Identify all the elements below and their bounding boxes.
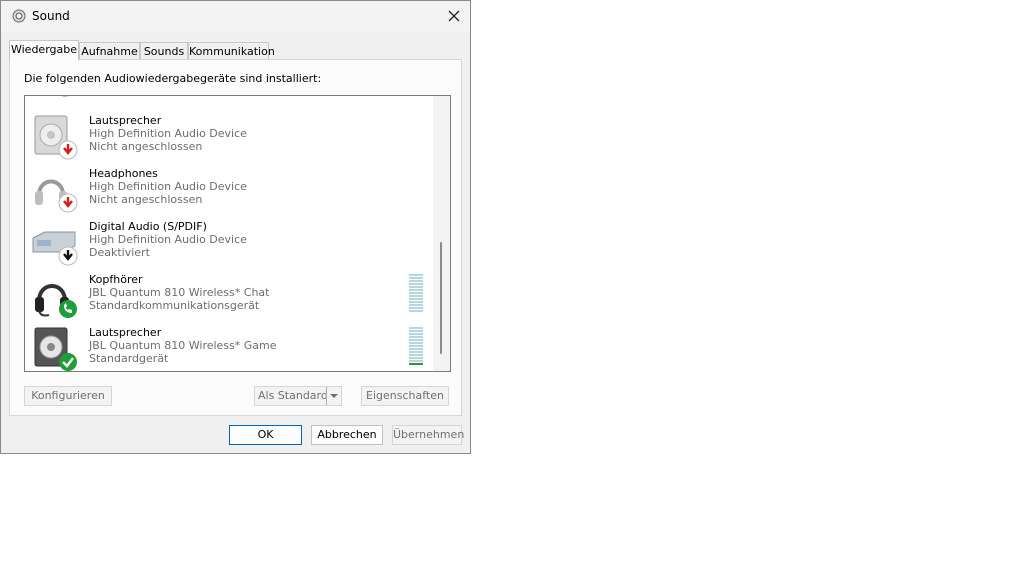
device-driver: High Definition Audio Device <box>89 180 247 193</box>
device-status: Deaktiviert <box>89 246 150 259</box>
meter-segment <box>409 345 423 347</box>
device-name: Digital Audio (S/PDIF) <box>89 220 207 233</box>
speaker-icon <box>34 327 77 371</box>
configure-button[interactable]: Konfigurieren <box>24 386 112 406</box>
meter-segment <box>409 283 423 285</box>
device-driver: JBL Quantum 810 Wireless* Chat <box>89 286 270 299</box>
title-bar[interactable]: Sound <box>1 1 470 32</box>
chevron-down-icon[interactable] <box>326 387 341 405</box>
volume-meter <box>409 274 423 313</box>
meter-segment <box>409 348 423 350</box>
meter-segment <box>409 286 423 288</box>
vertical-scrollbar[interactable] <box>433 96 450 371</box>
properties-button[interactable]: Eigenschaften <box>361 386 449 406</box>
meter-segment <box>409 280 423 282</box>
volume-meter <box>409 327 423 366</box>
meter-segment <box>409 304 423 306</box>
speaker-icon <box>34 115 78 160</box>
apply-button[interactable]: Übernehmen <box>392 425 464 445</box>
meter-segment <box>409 351 423 353</box>
meter-segment <box>409 360 423 362</box>
device-driver: JBL Quantum 810 Wireless* Game <box>89 339 277 352</box>
ok-button[interactable]: OK <box>229 425 302 445</box>
headphones-icon <box>35 179 78 213</box>
spdif-device-icon <box>32 231 78 266</box>
device-status: Standardgerät <box>89 352 169 365</box>
headset-icon <box>35 284 77 318</box>
speaker-gear-icon <box>12 9 26 23</box>
tab-wiedergabe[interactable]: Wiedergabe <box>9 40 79 61</box>
device-row[interactable]: Headphones High Definition Audio Device … <box>25 161 433 214</box>
scrollbar-thumb[interactable] <box>440 242 442 354</box>
meter-segment <box>409 292 423 294</box>
meter-segment <box>409 363 423 365</box>
meter-segment <box>409 289 423 291</box>
tab-aufnahme[interactable]: Aufnahme <box>79 42 140 60</box>
device-name: Headphones <box>89 167 158 180</box>
close-icon[interactable] <box>444 6 464 26</box>
meter-segment <box>409 310 423 312</box>
device-driver: High Definition Audio Device <box>89 233 247 246</box>
device-row[interactable]: Lautsprecher JBL Quantum 810 Wireless* G… <box>25 320 433 371</box>
meter-segment <box>409 354 423 356</box>
meter-segment <box>409 333 423 335</box>
intro-text: Die folgenden Audiowiedergabegeräte sind… <box>24 72 322 85</box>
meter-segment <box>409 298 423 300</box>
device-name: Lautsprecher <box>89 326 162 339</box>
device-row[interactable]: Lautsprecher High Definition Audio Devic… <box>25 108 433 161</box>
sound-dialog: Sound Wiedergabe Aufnahme Sounds Kommuni… <box>0 0 471 454</box>
device-status: Standardkommunikationsgerät <box>89 299 260 312</box>
meter-segment <box>409 295 423 297</box>
device-name: Kopfhörer <box>89 273 143 286</box>
tab-sounds[interactable]: Sounds <box>140 42 188 60</box>
device-status: Nicht angeschlossen <box>89 193 203 206</box>
device-status: Nicht angeschlossen <box>89 140 203 153</box>
meter-segment <box>409 357 423 359</box>
device-list[interactable]: Lautsprecher High Definition Audio Devic… <box>24 95 451 372</box>
meter-segment <box>409 301 423 303</box>
device-driver: High Definition Audio Device <box>89 127 247 140</box>
tab-kommunikation[interactable]: Kommunikation <box>188 42 275 60</box>
meter-segment <box>409 307 423 309</box>
meter-segment <box>409 336 423 338</box>
window-title: Sound <box>32 9 70 23</box>
meter-segment <box>409 274 423 276</box>
playback-panel: Die folgenden Audiowiedergabegeräte sind… <box>9 59 462 416</box>
meter-segment <box>409 342 423 344</box>
cancel-button[interactable]: Abbrechen <box>311 425 383 445</box>
meter-segment <box>409 277 423 279</box>
partial-device-icon <box>61 96 69 97</box>
device-row[interactable]: Kopfhörer JBL Quantum 810 Wireless* Chat… <box>25 267 433 320</box>
meter-segment <box>409 327 423 329</box>
meter-segment <box>409 339 423 341</box>
set-default-button[interactable]: Als Standard <box>254 386 342 406</box>
device-name: Lautsprecher <box>89 114 162 127</box>
set-default-label: Als Standard <box>258 389 328 402</box>
meter-segment <box>409 330 423 332</box>
device-row[interactable]: Digital Audio (S/PDIF) High Definition A… <box>25 214 433 267</box>
